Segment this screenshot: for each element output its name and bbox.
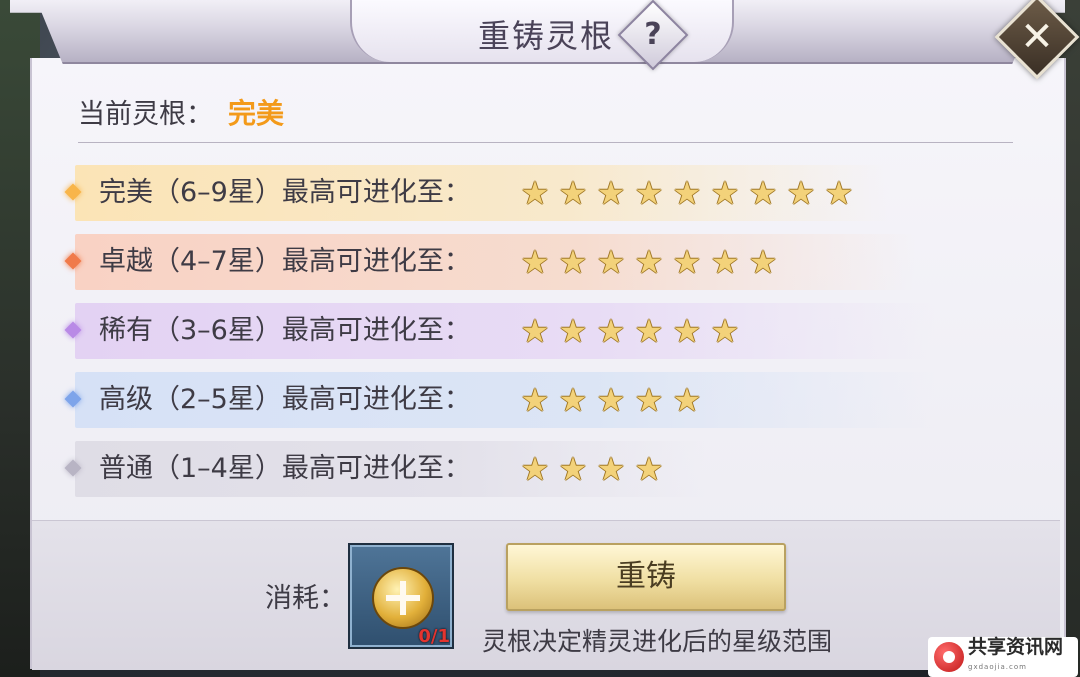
star-icon: ★ <box>520 243 550 281</box>
star-icon: ★ <box>748 174 778 212</box>
star-icon: ★ <box>710 312 740 350</box>
divider <box>78 142 1013 143</box>
tier-text: 高级（2–5星）最高可进化至： <box>99 384 471 415</box>
current-root-value: 完美 <box>228 97 285 130</box>
star-icon: ★ <box>672 312 702 350</box>
star-icon: ★ <box>596 381 626 419</box>
star-icon: ★ <box>520 381 550 419</box>
star-icon: ★ <box>558 450 588 488</box>
tier-row-advanced: 高级（2–5星）最高可进化至： ★ ★ ★ ★ ★ <box>64 372 935 428</box>
star-rating: ★ ★ ★ ★ ★ ★ ★ <box>519 246 779 278</box>
star-icon: ★ <box>596 450 626 488</box>
tier-text: 普通（1–4星）最高可进化至： <box>99 453 471 484</box>
star-icon: ★ <box>634 381 664 419</box>
star-icon: ★ <box>558 312 588 350</box>
dialog-title: 重铸灵根 <box>478 17 615 55</box>
star-rating: ★ ★ ★ ★ ★ <box>519 384 703 416</box>
star-rating: ★ ★ ★ ★ <box>519 453 665 485</box>
current-root-label: 当前灵根： <box>78 99 213 130</box>
star-icon: ★ <box>558 174 588 212</box>
star-icon: ★ <box>786 174 816 212</box>
close-icon: ✕ <box>1020 13 1054 60</box>
tier-text: 稀有（3–6星）最高可进化至： <box>99 315 471 346</box>
recast-button[interactable]: 重铸 <box>506 543 786 611</box>
star-rating: ★ ★ ★ ★ ★ ★ <box>519 315 741 347</box>
star-icon: ★ <box>634 243 664 281</box>
star-icon: ★ <box>558 381 588 419</box>
star-icon: ★ <box>634 450 664 488</box>
watermark-text: 共享资讯网 <box>968 636 1064 658</box>
star-icon: ★ <box>596 243 626 281</box>
watermark-subtext: gxdaojia.com <box>968 663 1027 671</box>
star-icon: ★ <box>520 174 550 212</box>
tier-row-rare: 稀有（3–6星）最高可进化至： ★ ★ ★ ★ ★ ★ <box>64 303 935 359</box>
tier-row-perfect: 完美（6–9星）最高可进化至： ★ ★ ★ ★ ★ ★ ★ ★ ★ <box>64 165 890 221</box>
star-icon: ★ <box>596 312 626 350</box>
item-count: 0/1 <box>418 626 450 647</box>
star-icon: ★ <box>710 243 740 281</box>
tier-text: 卓越（4–7星）最高可进化至： <box>99 246 471 277</box>
watermark-logo-icon <box>934 642 964 672</box>
star-icon: ★ <box>824 174 854 212</box>
star-icon: ★ <box>596 174 626 212</box>
cost-item-slot[interactable]: 0/1 <box>348 543 454 649</box>
star-icon: ★ <box>634 174 664 212</box>
star-rating: ★ ★ ★ ★ ★ ★ ★ ★ ★ <box>519 177 855 209</box>
star-icon: ★ <box>520 312 550 350</box>
star-icon: ★ <box>710 174 740 212</box>
star-icon: ★ <box>672 174 702 212</box>
star-icon: ★ <box>558 243 588 281</box>
watermark: 共享资讯网 gxdaojia.com <box>928 637 1078 677</box>
star-icon: ★ <box>634 312 664 350</box>
star-icon: ★ <box>672 381 702 419</box>
star-icon: ★ <box>672 243 702 281</box>
cost-label: 消耗： <box>265 583 346 614</box>
gold-coin-plus-icon <box>372 567 434 629</box>
tier-row-excellent: 卓越（4–7星）最高可进化至： ★ ★ ★ ★ ★ ★ ★ <box>64 234 915 290</box>
hint-text: 灵根决定精灵进化后的星级范围 <box>482 627 833 656</box>
question-mark-icon: ? <box>644 17 662 52</box>
star-icon: ★ <box>748 243 778 281</box>
tier-row-common: 普通（1–4星）最高可进化至： ★ ★ ★ ★ <box>64 441 705 497</box>
star-icon: ★ <box>520 450 550 488</box>
tier-text: 完美（6–9星）最高可进化至： <box>99 177 471 208</box>
